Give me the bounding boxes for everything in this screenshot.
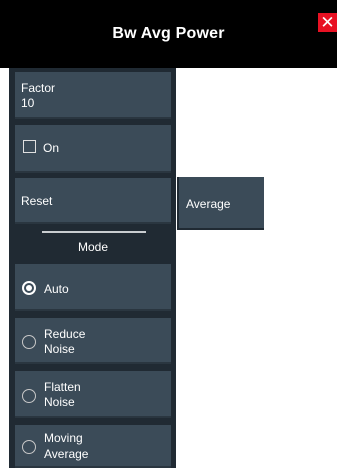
radio-icon <box>22 389 36 403</box>
factor-value: 10 <box>21 96 35 110</box>
factor-label: Factor <box>21 81 56 95</box>
mode-option-auto[interactable]: Auto <box>15 264 171 311</box>
on-toggle-button[interactable]: On <box>15 125 171 173</box>
mode-option-label: Noise <box>44 342 75 356</box>
radio-icon <box>22 440 36 454</box>
dialog-title: Bw Avg Power <box>112 25 225 42</box>
mode-option-label: Reduce <box>44 327 86 341</box>
mode-option-label: Auto <box>44 282 69 296</box>
mode-option-label: Moving <box>44 431 83 445</box>
mode-divider <box>42 231 146 233</box>
radio-icon <box>22 335 36 349</box>
reset-label: Reset <box>21 194 53 208</box>
average-submenu-button[interactable]: Average <box>177 177 264 230</box>
mode-option-label: Flatten <box>44 380 81 394</box>
mode-option-reduce-noise[interactable]: Reduce Noise <box>15 318 171 364</box>
mode-option-flatten-noise[interactable]: Flatten Noise <box>15 371 171 418</box>
close-icon: ✕ <box>320 13 335 32</box>
mode-heading: Mode <box>77 240 109 254</box>
mode-option-label: Average <box>44 447 89 461</box>
close-button[interactable]: ✕ <box>318 13 337 32</box>
mode-option-label: Noise <box>44 395 75 409</box>
radio-selected-icon <box>22 281 36 295</box>
mode-option-moving-average[interactable]: Moving Average <box>15 425 171 468</box>
reset-button[interactable]: Reset <box>15 178 171 224</box>
factor-button[interactable]: Factor 10 <box>15 72 171 119</box>
checkbox-icon[interactable] <box>23 140 36 153</box>
average-label: Average <box>186 197 231 211</box>
on-label: On <box>43 141 60 155</box>
